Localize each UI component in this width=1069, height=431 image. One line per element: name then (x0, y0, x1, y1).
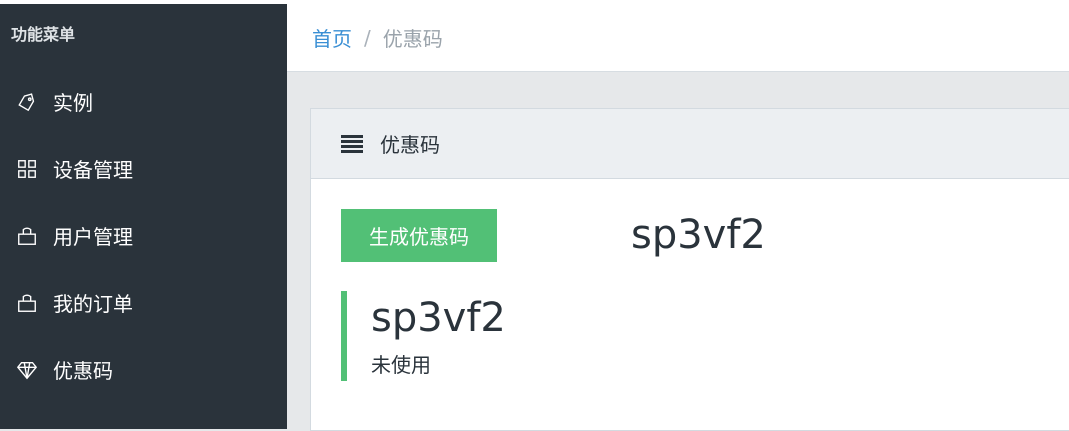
diamond-icon (15, 358, 39, 382)
generate-coupon-button[interactable]: 生成优惠码 (341, 209, 497, 262)
sidebar-item-my-orders[interactable]: 我的订单 (0, 269, 287, 336)
coupon-code: sp3vf2 (371, 295, 506, 341)
sidebar-item-instances[interactable]: 实例 (0, 68, 287, 135)
card-title: 优惠码 (380, 133, 440, 157)
breadcrumb-current: 优惠码 (382, 27, 443, 51)
sidebar-item-user-management[interactable]: 用户管理 (0, 202, 287, 269)
main-content: 首页 / 优惠码 优惠码 生成优惠码 sp3vf2 sp3vf2 未使用 (287, 4, 1069, 431)
generated-code: sp3vf2 (631, 212, 766, 258)
sidebar-item-label: 我的订单 (53, 292, 133, 316)
bag-icon (15, 224, 39, 248)
sidebar-item-label: 优惠码 (53, 359, 113, 383)
grid-icon (15, 157, 39, 181)
sidebar: 功能菜单 实例 设备管理 用户管理 我的订单 优惠码 (0, 4, 287, 429)
sidebar-item-device-management[interactable]: 设备管理 (0, 135, 287, 202)
breadcrumb: 首页 / 优惠码 (287, 4, 1069, 72)
sidebar-item-label: 设备管理 (53, 158, 133, 182)
bag-icon (15, 291, 39, 315)
coupon-card: 优惠码 生成优惠码 sp3vf2 sp3vf2 未使用 (310, 108, 1069, 431)
sidebar-item-coupon-codes[interactable]: 优惠码 (0, 336, 287, 403)
sidebar-item-label: 用户管理 (53, 225, 133, 249)
tag-icon (15, 90, 39, 114)
card-header: 优惠码 (311, 109, 1069, 179)
coupon-list-item: sp3vf2 未使用 (341, 291, 641, 381)
coupon-status: 未使用 (371, 353, 431, 377)
breadcrumb-separator: / (364, 25, 371, 50)
sidebar-header: 功能菜单 (11, 25, 76, 44)
breadcrumb-home-link[interactable]: 首页 (312, 23, 352, 52)
menu-icon (341, 134, 363, 153)
sidebar-item-label: 实例 (53, 91, 93, 115)
